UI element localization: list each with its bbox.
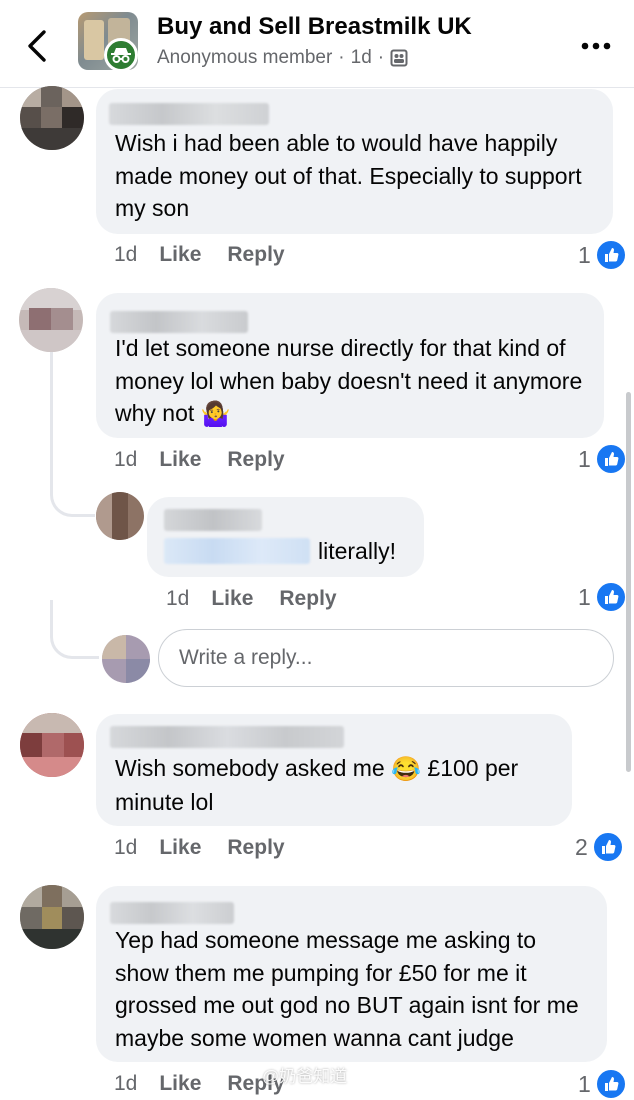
post-meta: Anonymous member · 1d ·	[157, 47, 408, 69]
comment-text: Wish i had been able to would have happi…	[115, 130, 582, 221]
reply-button[interactable]: Reply	[227, 243, 284, 267]
like-button[interactable]: Like	[159, 1072, 201, 1096]
comment-time[interactable]: 1d	[114, 448, 137, 472]
like-button[interactable]: Like	[159, 243, 201, 267]
group-audience-icon	[390, 49, 408, 67]
comment-time[interactable]: 1d	[114, 836, 137, 860]
shrug-emoji: 🤷‍♀️	[200, 400, 231, 428]
group-title[interactable]: Buy and Sell Breastmilk UK	[157, 13, 472, 41]
thumbs-up-icon	[594, 239, 627, 271]
watermark: @奶爸知道	[262, 1067, 348, 1086]
thumbs-up-icon	[594, 1068, 627, 1100]
more-options-icon[interactable]	[581, 42, 611, 50]
scrollbar[interactable]	[626, 392, 631, 772]
like-button[interactable]: Like	[159, 448, 201, 472]
thread-connector	[50, 470, 95, 517]
mentioned-name-redacted[interactable]	[164, 538, 310, 564]
post-time[interactable]: 1d	[351, 47, 372, 69]
reply-button[interactable]: Reply	[227, 836, 284, 860]
laughing-emoji: 😂	[391, 755, 422, 783]
author-name: Anonymous member	[157, 47, 333, 68]
thumbs-up-icon	[591, 831, 624, 863]
reply-text: literally!	[318, 538, 396, 564]
comment-text: I'd let someone nurse directly for that …	[115, 332, 595, 431]
commenter-name-redacted[interactable]	[110, 311, 248, 333]
reaction-summary[interactable]: 1	[578, 443, 627, 475]
reaction-count: 1	[578, 583, 591, 610]
comment-text: Wish somebody asked me 😂 £100 per minute…	[115, 755, 519, 816]
reaction-summary[interactable]: 1	[578, 581, 627, 613]
thread-line	[50, 352, 53, 482]
reply-time[interactable]: 1d	[166, 587, 189, 611]
commenter-avatar[interactable]	[20, 885, 84, 949]
comment-actions: 1d Like Reply	[114, 448, 311, 472]
commenter-avatar[interactable]	[20, 713, 84, 777]
commenter-avatar[interactable]	[19, 288, 83, 352]
thread-connector	[50, 600, 99, 659]
reaction-summary[interactable]: 1	[578, 1068, 627, 1100]
reply-actions: 1d Like Reply	[166, 587, 363, 611]
reaction-summary[interactable]: 1	[578, 239, 627, 271]
comment-time[interactable]: 1d	[114, 1072, 137, 1096]
like-button[interactable]: Like	[211, 587, 253, 611]
reaction-count: 1	[578, 241, 591, 268]
reply-placeholder: Write a reply...	[179, 646, 313, 669]
comment-actions: 1d Like Reply	[114, 243, 311, 267]
reply-avatar[interactable]	[96, 492, 144, 540]
commenter-avatar[interactable]	[20, 86, 84, 150]
anonymous-member-icon	[104, 38, 138, 72]
reaction-count: 2	[575, 833, 588, 860]
back-arrow-icon[interactable]	[24, 28, 54, 64]
current-user-avatar	[102, 635, 150, 683]
thumbs-up-icon	[594, 443, 627, 475]
replier-name-redacted[interactable]	[164, 509, 262, 531]
reaction-count: 1	[578, 1070, 591, 1097]
commenter-name-redacted[interactable]	[109, 103, 269, 125]
commenter-name-redacted[interactable]	[110, 726, 344, 748]
reaction-summary[interactable]: 2	[575, 831, 624, 863]
thumbs-up-icon	[594, 581, 627, 613]
reaction-count: 1	[578, 445, 591, 472]
reply-button[interactable]: Reply	[279, 587, 336, 611]
comment-time[interactable]: 1d	[114, 243, 137, 267]
commenter-name-redacted[interactable]	[110, 902, 234, 924]
like-button[interactable]: Like	[159, 836, 201, 860]
reply-button[interactable]: Reply	[227, 448, 284, 472]
comment-text: Yep had someone message me asking to sho…	[115, 927, 579, 1051]
reply-input[interactable]: Write a reply...	[158, 629, 614, 687]
comment-actions: 1d Like Reply	[114, 836, 311, 860]
meta-separator: ·	[338, 47, 345, 68]
meta-separator: ·	[377, 47, 385, 68]
post-header: Buy and Sell Breastmilk UK Anonymous mem…	[0, 0, 634, 88]
